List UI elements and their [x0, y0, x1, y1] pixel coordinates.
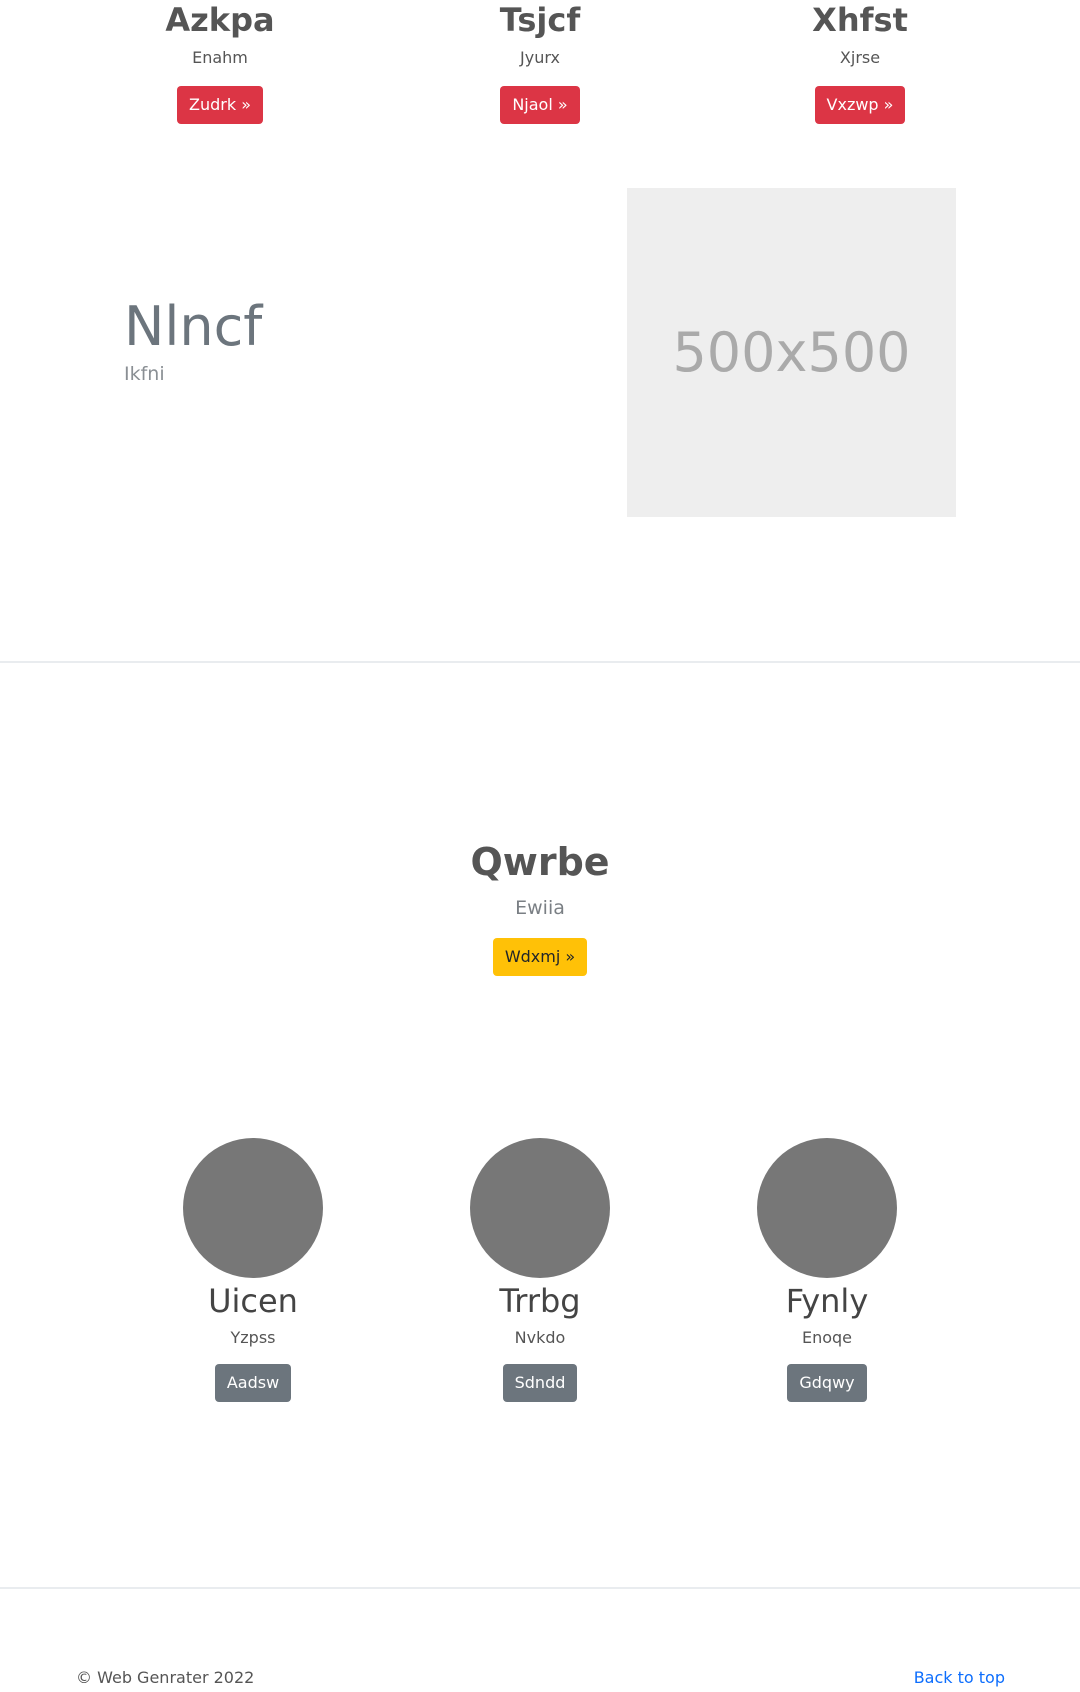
person-subtitle: Enoqe — [801, 1328, 853, 1347]
featurette-lead: Ikfni — [124, 363, 165, 385]
person-card-2: Trrbg Nvkdo Sdndd — [410, 1138, 670, 1402]
footer-copyright: © Web Genrater 2022 — [76, 1668, 255, 1687]
center-button[interactable]: Wdxmj » — [492, 938, 588, 976]
person-name: Fynly — [785, 1282, 869, 1320]
center-section: Qwrbe Ewiia Wdxmj » — [0, 836, 1080, 976]
feature-column-1: Azkpa Enahm Zudrk » — [70, 0, 370, 124]
person-button[interactable]: Aadsw — [214, 1364, 292, 1402]
feature-row: Azkpa Enahm Zudrk » Tsjcf Jyurx Njaol » … — [0, 0, 1080, 140]
back-to-top-link[interactable]: Back to top — [914, 1668, 1005, 1688]
feature-subtitle: Enahm — [192, 48, 248, 67]
feature-subtitle: Jyurx — [520, 48, 560, 67]
person-subtitle: Nvkdo — [514, 1328, 566, 1347]
avatar — [183, 1138, 323, 1278]
person-subtitle: Yzpss — [230, 1328, 276, 1347]
feature-button[interactable]: Zudrk » — [177, 86, 263, 124]
person-name: Uicen — [208, 1282, 298, 1320]
feature-column-2: Tsjcf Jyurx Njaol » — [390, 0, 690, 124]
placeholder-label: 500x500 — [672, 321, 911, 384]
person-card-3: Fynly Enoqe Gdqwy — [697, 1138, 957, 1402]
center-subtitle: Ewiia — [515, 897, 565, 919]
feature-title: Xhfst — [812, 1, 908, 39]
center-title: Qwrbe — [470, 840, 610, 884]
featurette-heading: Nlncf — [124, 295, 263, 358]
avatar — [757, 1138, 897, 1278]
feature-button[interactable]: Vxzwp » — [814, 86, 906, 124]
person-card-1: Uicen Yzpss Aadsw — [123, 1138, 383, 1402]
feature-subtitle: Xjrse — [839, 48, 881, 67]
featurette-image-placeholder: 500x500 — [627, 188, 956, 517]
avatar — [470, 1138, 610, 1278]
section-divider — [0, 661, 1080, 663]
feature-title: Tsjcf — [499, 1, 581, 39]
footer-divider — [0, 1587, 1080, 1589]
feature-title: Azkpa — [165, 1, 275, 39]
person-button[interactable]: Sdndd — [502, 1364, 578, 1402]
person-button[interactable]: Gdqwy — [787, 1364, 867, 1402]
feature-button[interactable]: Njaol » — [500, 86, 580, 124]
feature-column-3: Xhfst Xjrse Vxzwp » — [710, 0, 1010, 124]
person-name: Trrbg — [499, 1282, 581, 1320]
page: Azkpa Enahm Zudrk » Tsjcf Jyurx Njaol » … — [0, 0, 1080, 1692]
